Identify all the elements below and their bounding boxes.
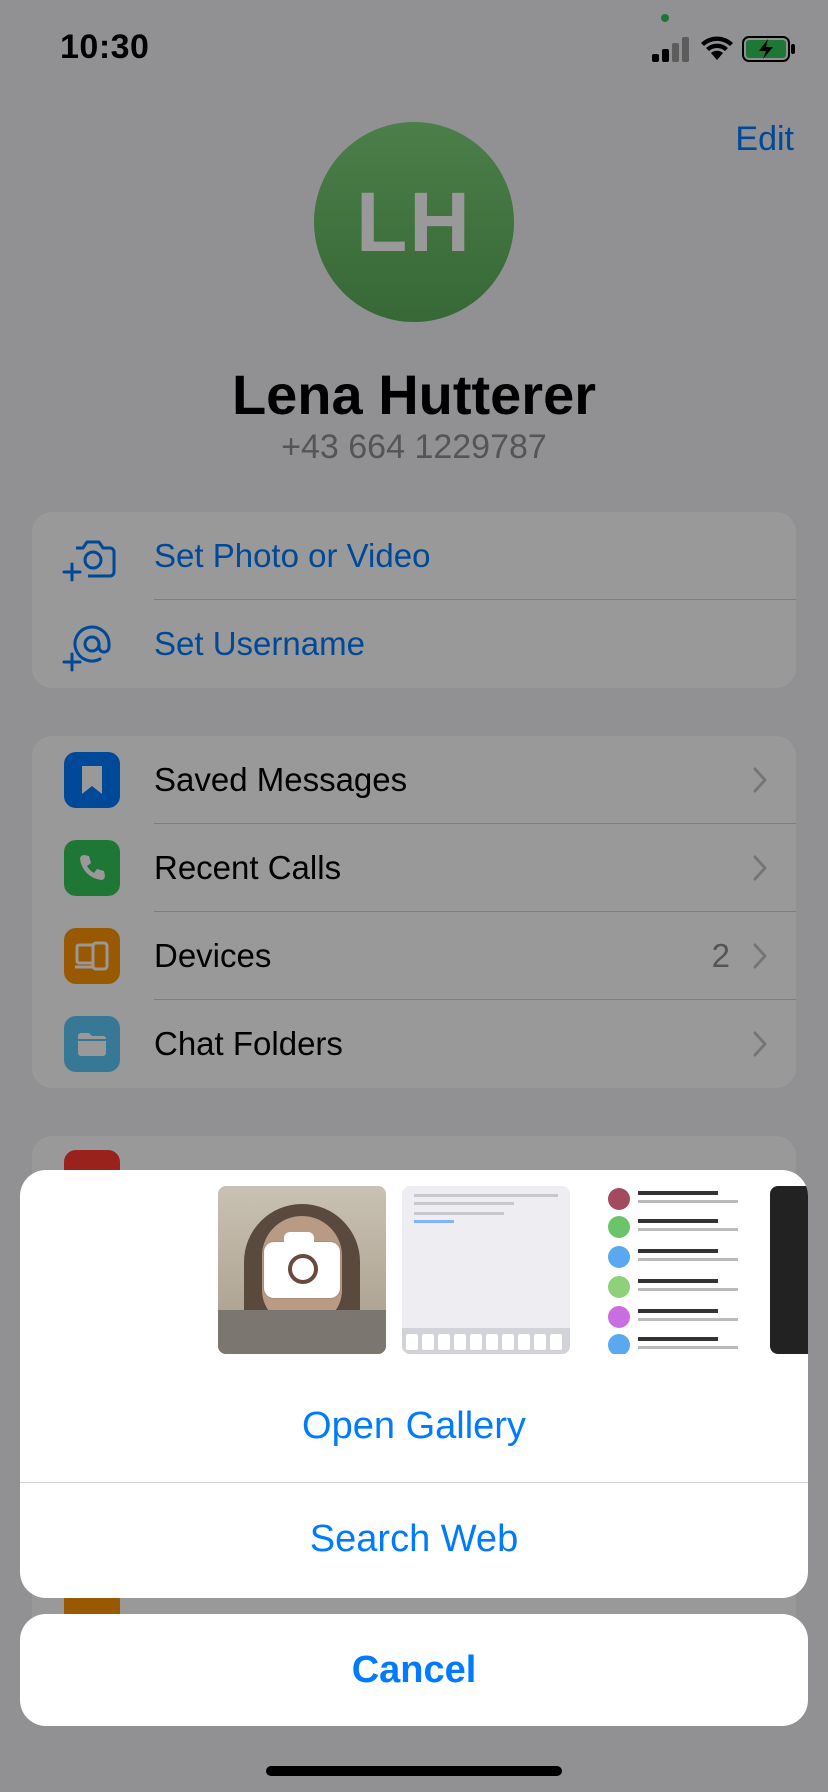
thumb-link-line (414, 1220, 454, 1223)
camera-lens (288, 1254, 318, 1284)
thumb-chat-item (608, 1332, 750, 1354)
thumb-key (454, 1334, 466, 1350)
cancel-button[interactable]: Cancel (20, 1614, 808, 1726)
thumb-chat-item (608, 1274, 750, 1302)
thumb-text-line (638, 1337, 718, 1341)
photo-action-sheet: Open Gallery Search Web (20, 1170, 808, 1598)
thumb-text-line (414, 1194, 558, 1197)
camera-preview-thumbnail[interactable] (218, 1186, 386, 1354)
gallery-thumbnail[interactable] (402, 1186, 570, 1354)
open-gallery-button[interactable]: Open Gallery (20, 1370, 808, 1482)
thumb-text-line (638, 1318, 738, 1321)
thumb-text-line (638, 1249, 718, 1253)
gallery-thumbnail[interactable] (770, 1186, 808, 1354)
thumb-keyboard (402, 1328, 570, 1354)
recent-media-strip[interactable] (20, 1186, 808, 1356)
gallery-thumbnail[interactable] (586, 1186, 754, 1354)
thumb-key (470, 1334, 482, 1350)
thumb-avatar (608, 1276, 630, 1298)
thumb-chat-item (608, 1304, 750, 1332)
thumb-avatar (608, 1188, 630, 1210)
thumb-key (406, 1334, 418, 1350)
thumb-key (534, 1334, 546, 1350)
home-indicator[interactable] (266, 1766, 562, 1776)
thumb-text-line (638, 1309, 718, 1313)
thumb-avatar (608, 1246, 630, 1268)
thumb-chat-item (608, 1244, 750, 1272)
thumb-key (550, 1334, 562, 1350)
thumb-key (502, 1334, 514, 1350)
thumb-avatar (608, 1306, 630, 1328)
thumb-text-line (638, 1200, 738, 1203)
search-web-button[interactable]: Search Web (20, 1483, 808, 1595)
thumb-text-line (638, 1258, 738, 1261)
thumb-key (422, 1334, 434, 1350)
thumb-text-line (638, 1279, 718, 1283)
thumb-text-line (638, 1228, 738, 1231)
thumb-key (438, 1334, 450, 1350)
thumb-text-line (414, 1202, 514, 1205)
photo-subject-shirt (218, 1310, 386, 1354)
thumb-key (486, 1334, 498, 1350)
thumb-avatar (608, 1334, 630, 1354)
camera-icon (264, 1232, 340, 1298)
thumb-text-line (638, 1219, 718, 1223)
thumb-chat-item (608, 1214, 750, 1242)
thumb-avatar (608, 1216, 630, 1238)
thumb-key (518, 1334, 530, 1350)
thumb-text-line (638, 1346, 738, 1349)
thumb-text-line (638, 1191, 718, 1195)
thumb-chat-item (608, 1186, 750, 1214)
thumb-text-line (414, 1212, 504, 1215)
thumb-text-line (638, 1288, 738, 1291)
